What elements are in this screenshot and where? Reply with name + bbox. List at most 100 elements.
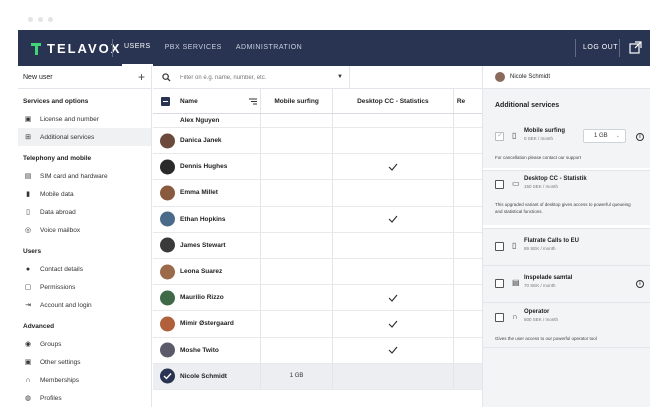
re-cell — [452, 114, 482, 127]
sidebar-item-label: Data abroad — [40, 208, 76, 216]
nav-pbx-services[interactable]: PBX SERVICES — [163, 30, 224, 66]
avatar[interactable] — [160, 316, 175, 332]
sidebar-item-permissions[interactable]: ▢ Permissions — [18, 278, 151, 296]
sidebar-item-mobile-data[interactable]: ▮ Mobile data — [18, 185, 151, 203]
info-icon[interactable]: i — [636, 280, 644, 288]
service-checkbox[interactable] — [495, 130, 504, 141]
sidebar-item-label: Profiles — [40, 394, 62, 402]
service-description: This upgraded variant of desktop gives a… — [483, 199, 650, 225]
sidebar-item-contact-details[interactable]: ● Contact details — [18, 260, 151, 278]
avatar[interactable] — [160, 264, 175, 280]
re-cell — [452, 285, 482, 311]
user-name: James Stewart — [180, 241, 226, 249]
main-nav: USERS PBX SERVICES ADMINISTRATION — [122, 30, 304, 66]
service-checkbox[interactable] — [495, 313, 504, 322]
re-cell — [452, 206, 482, 232]
desktop-cc-cell — [331, 206, 453, 232]
service-price: 0 SEK / month — [524, 136, 554, 141]
sidebar-item-sim-card-and-hardware[interactable]: ▤ SIM card and hardware — [18, 167, 151, 185]
sidebar-item-label: SIM card and hardware — [40, 172, 108, 180]
sidebar-section-title: Telephony and mobile — [23, 155, 92, 162]
brand-name: TELAVOX — [47, 41, 122, 56]
info-icon[interactable]: i — [636, 133, 644, 141]
name-cell: Leona Suarez — [153, 259, 260, 284]
column-name[interactable]: Name — [153, 89, 260, 113]
mobile-surfing-cell — [260, 154, 332, 180]
nav-users[interactable]: USERS — [122, 30, 153, 66]
service-price: 89 SEK / month — [524, 246, 556, 251]
avatar[interactable] — [160, 237, 175, 253]
avatar[interactable] — [160, 133, 175, 149]
login-icon: ⇥ — [25, 302, 31, 309]
table-row[interactable]: James Stewart — [153, 232, 482, 259]
table-row[interactable]: Mimir Østergaard — [153, 311, 482, 338]
re-cell — [452, 128, 482, 154]
sidebar-item-other-settings[interactable]: ▣ Other settings — [18, 353, 151, 371]
data-amount-select[interactable]: 1 GB ⌄ — [583, 129, 626, 143]
desktop-cc-cell — [331, 232, 453, 258]
re-cell — [452, 337, 482, 363]
table-header: Name Mobile surfing Desktop CC - Statist… — [153, 89, 482, 114]
selected-check-avatar[interactable] — [160, 368, 175, 384]
avatar[interactable] — [160, 211, 175, 227]
service-checkbox[interactable] — [495, 242, 504, 251]
logo[interactable]: TELAVOX — [31, 41, 121, 56]
service-checkbox[interactable] — [495, 279, 504, 288]
phone-icon: ▯ — [512, 241, 517, 250]
desktop-cc-cell — [331, 258, 453, 285]
checkmark-icon — [388, 163, 398, 171]
desktop-cc-cell — [331, 363, 453, 389]
user-name: Ethan Hopkins — [180, 215, 226, 223]
table-row[interactable]: Nicole Schmidt 1 GB — [153, 363, 482, 390]
logout-button[interactable]: LOG OUT — [583, 30, 618, 66]
new-user-button[interactable]: New user + — [18, 66, 151, 89]
sort-icon[interactable] — [249, 98, 257, 105]
sidebar-item-profiles[interactable]: ◍ Profiles — [18, 389, 151, 407]
sidebar-item-label: Memberships — [40, 376, 80, 384]
checkmark-icon — [388, 346, 398, 354]
sidebar-item-additional-services[interactable]: ⊞ Additional services — [18, 128, 151, 146]
table-row[interactable]: Emma Millet — [153, 180, 482, 207]
avatar[interactable] — [160, 159, 175, 175]
desktop-cc-cell — [331, 114, 453, 127]
details-panel: Nicole Schmidt Additional services ▯ Mobi… — [482, 66, 650, 407]
re-cell — [452, 258, 482, 285]
avatar[interactable] — [160, 185, 175, 201]
sidebar-item-license-and-number[interactable]: ▣ License and number — [18, 110, 151, 128]
avatar[interactable] — [160, 342, 175, 358]
table-row[interactable]: Moshe Twito — [153, 337, 482, 364]
re-cell — [452, 154, 482, 180]
service-name: Mobile surfing — [524, 128, 565, 134]
sidebar-item-label: Mobile data — [40, 190, 74, 198]
sidebar-item-label: Permissions — [40, 283, 76, 291]
table-row[interactable]: Leona Suarez — [153, 258, 482, 286]
service-item: ∩ Operator 500 SEK / month Gives the user a… — [483, 303, 650, 348]
column-re[interactable]: Re — [452, 89, 482, 113]
service-name: Flatrate Calls to EU — [524, 238, 580, 244]
sidebar-item-account-and-login[interactable]: ⇥ Account and login — [18, 296, 151, 314]
table-row[interactable]: Dennis Hughes — [153, 154, 482, 181]
nav-administration[interactable]: ADMINISTRATION — [234, 30, 304, 66]
user-name: Dennis Hughes — [180, 163, 228, 171]
external-window-icon[interactable] — [629, 41, 642, 54]
service-price: 500 SEK / month — [524, 317, 559, 322]
avatar[interactable] — [160, 290, 175, 306]
table-row[interactable]: Ethan Hopkins — [153, 206, 482, 233]
filter-dropdown-icon[interactable]: ▼ — [337, 74, 343, 80]
table-row[interactable]: Danica Janek — [153, 128, 482, 155]
mobile-surfing-cell — [260, 311, 332, 337]
table-row[interactable]: Alex Nguyen — [153, 114, 482, 128]
column-mobile-surfing[interactable]: Mobile surfing — [260, 89, 332, 113]
table-row[interactable]: Maurilio Rizzo — [153, 285, 482, 312]
search-input[interactable] — [180, 71, 330, 84]
name-cell: Danica Janek — [153, 128, 260, 153]
sidebar-item-voice-mailbox[interactable]: ◎ Voice mailbox — [18, 221, 151, 239]
sidebar-item-memberships[interactable]: ∩ Memberships — [18, 371, 151, 389]
service-checkbox[interactable] — [495, 180, 504, 189]
mobile-surfing-cell — [260, 232, 332, 258]
user-name: Mimir Østergaard — [180, 320, 234, 328]
user-name: Maurilio Rizzo — [180, 294, 224, 302]
column-desktop-cc[interactable]: Desktop CC - Statistics — [331, 89, 453, 113]
sidebar-item-data-abroad[interactable]: ▯ Data abroad — [18, 203, 151, 221]
sidebar-item-groups[interactable]: ◉ Groups — [18, 335, 151, 353]
